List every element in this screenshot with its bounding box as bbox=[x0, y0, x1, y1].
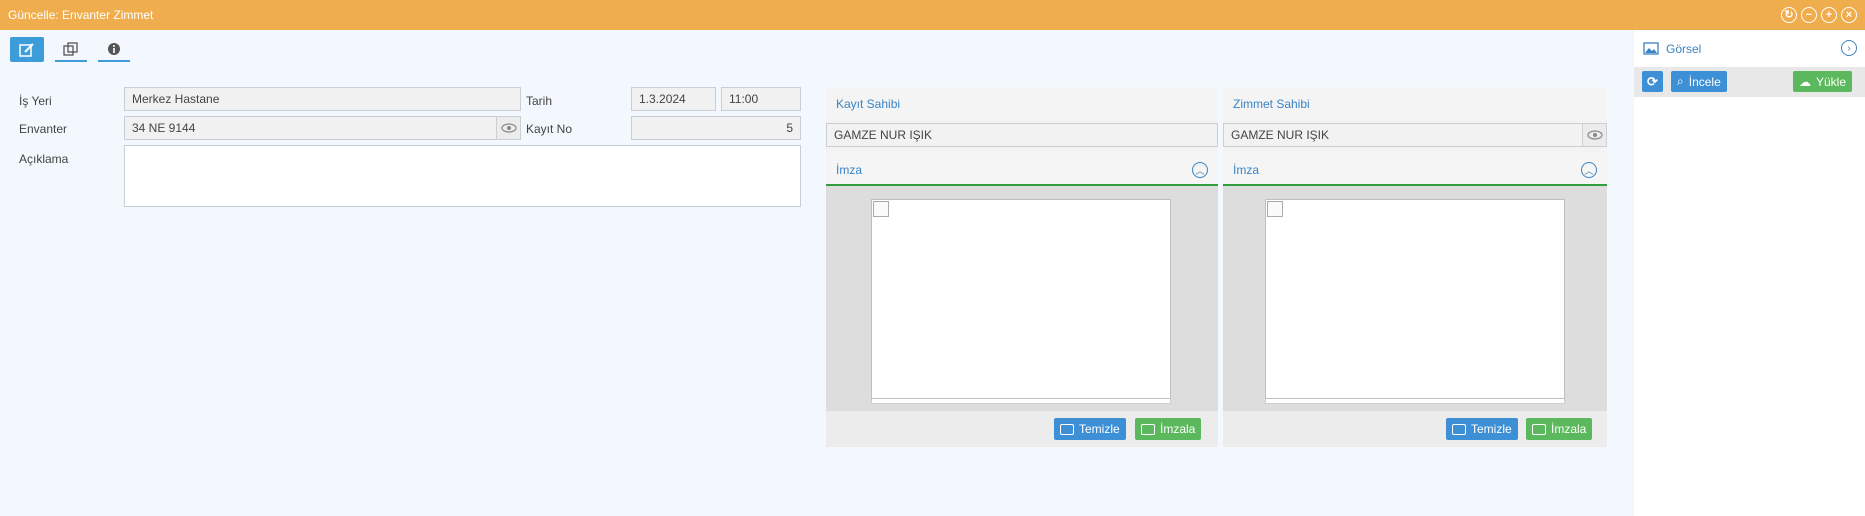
refresh-icon[interactable]: ↻ bbox=[1781, 7, 1797, 23]
gorsel-upload-button[interactable]: ☁ Yükle bbox=[1793, 71, 1853, 92]
broken-image-icon bbox=[1267, 201, 1283, 217]
kayit-sahibi-sign-label: İmzala bbox=[1160, 422, 1196, 436]
gorsel-refresh-button[interactable]: ⟳ bbox=[1642, 71, 1663, 92]
window-title: Güncelle: Envanter Zimmet bbox=[8, 8, 154, 22]
zimmet-sahibi-clear-button[interactable]: Temizle bbox=[1446, 418, 1518, 440]
eye-icon bbox=[1586, 130, 1603, 140]
eye-icon bbox=[500, 123, 517, 133]
kayit-no-field[interactable]: 5 bbox=[631, 116, 801, 140]
zimmet-sahibi-name-field[interactable]: GAMZE NUR IŞIK bbox=[1223, 123, 1607, 147]
envanter-view-button[interactable] bbox=[496, 117, 520, 139]
broken-image-icon bbox=[873, 201, 889, 217]
zimmet-sahibi-title: Zimmet Sahibi bbox=[1223, 87, 1607, 121]
zimmet-sahibi-panel: Zimmet Sahibi GAMZE NUR IŞIK İmza ︿ Temi… bbox=[1223, 87, 1607, 447]
chevron-right-icon[interactable]: › bbox=[1841, 40, 1857, 56]
copy-icon bbox=[63, 41, 78, 56]
eraser-icon bbox=[1452, 423, 1466, 435]
kayit-sahibi-signature-title: İmza bbox=[836, 163, 863, 177]
gorsel-upload-label: Yükle bbox=[1816, 74, 1847, 89]
tarih-date-field[interactable]: 1.3.2024 bbox=[631, 87, 716, 111]
envanter-value: 34 NE 9144 bbox=[132, 121, 196, 135]
zimmet-sahibi-clear-label: Temizle bbox=[1471, 422, 1512, 436]
search-icon: ⌕ bbox=[1677, 74, 1684, 88]
gorsel-title: Görsel bbox=[1666, 42, 1702, 56]
form-toolbar bbox=[0, 30, 1634, 68]
zimmet-sahibi-signature-box: İmza ︿ Temizle İmzala bbox=[1223, 153, 1607, 447]
maximize-icon[interactable]: + bbox=[1821, 7, 1837, 23]
close-icon[interactable]: × bbox=[1841, 7, 1857, 23]
copy-button[interactable] bbox=[55, 37, 87, 62]
gorsel-toolbar: ⟳ ⌕ İncele ☁ Yükle bbox=[1634, 67, 1865, 97]
zimmet-sahibi-name: GAMZE NUR IŞIK bbox=[1231, 128, 1330, 142]
gorsel-header: Görsel › bbox=[1634, 30, 1865, 66]
refresh-icon: ⟳ bbox=[1647, 73, 1658, 89]
image-icon bbox=[1643, 42, 1659, 55]
zimmet-sahibi-signature-title: İmza bbox=[1233, 163, 1260, 177]
zimmet-sahibi-sign-label: İmzala bbox=[1551, 422, 1587, 436]
minimize-icon[interactable]: − bbox=[1801, 7, 1817, 23]
envanter-field[interactable]: 34 NE 9144 bbox=[124, 116, 521, 140]
tarih-time-field[interactable]: 11:00 bbox=[721, 87, 801, 111]
cloud-upload-icon: ☁ bbox=[1799, 74, 1811, 89]
gorsel-inspect-label: İncele bbox=[1688, 74, 1721, 89]
tarih-label: Tarih bbox=[526, 94, 553, 108]
gorsel-panel: Görsel › ⟳ ⌕ İncele ☁ Yükle bbox=[1634, 30, 1865, 516]
kayit-sahibi-canvas-base bbox=[871, 399, 1171, 404]
kayit-sahibi-signature-canvas[interactable] bbox=[871, 199, 1171, 399]
chevron-up-icon[interactable]: ︿ bbox=[1192, 162, 1208, 178]
window-controls: ↻ − + × bbox=[1781, 7, 1857, 23]
is-yeri-field[interactable]: Merkez Hastane bbox=[124, 87, 521, 111]
zimmet-sahibi-signature-footer: Temizle İmzala bbox=[1223, 411, 1607, 447]
zimmet-sahibi-signature-header: İmza ︿ bbox=[1223, 153, 1607, 186]
kayit-no-label: Kayıt No bbox=[526, 122, 573, 136]
zimmet-sahibi-signature-canvas[interactable] bbox=[1265, 199, 1565, 399]
chevron-up-icon[interactable]: ︿ bbox=[1581, 162, 1597, 178]
kayit-sahibi-signature-footer: Temizle İmzala bbox=[826, 411, 1218, 447]
kayit-sahibi-signature-header: İmza ︿ bbox=[826, 153, 1218, 186]
kayit-sahibi-clear-label: Temizle bbox=[1079, 422, 1120, 436]
edit-button[interactable] bbox=[10, 37, 44, 62]
zimmet-sahibi-canvas-base bbox=[1265, 399, 1565, 404]
kayit-sahibi-signature-box: İmza ︿ Temizle İmzala bbox=[826, 153, 1218, 447]
kayit-sahibi-panel: Kayıt Sahibi GAMZE NUR IŞIK İmza ︿ Temiz… bbox=[826, 87, 1218, 447]
envanter-label: Envanter bbox=[19, 122, 68, 136]
kayit-sahibi-sign-button[interactable]: İmzala bbox=[1135, 418, 1202, 440]
window-titlebar: Güncelle: Envanter Zimmet ↻ − + × bbox=[0, 0, 1865, 30]
aciklama-textarea[interactable] bbox=[124, 145, 801, 207]
info-icon bbox=[108, 42, 120, 55]
zimmet-sahibi-sign-button[interactable]: İmzala bbox=[1526, 418, 1593, 440]
zimmet-sahibi-view-button[interactable] bbox=[1582, 124, 1606, 146]
info-button[interactable] bbox=[98, 37, 130, 62]
edit-icon bbox=[19, 42, 34, 57]
gorsel-inspect-button[interactable]: ⌕ İncele bbox=[1671, 71, 1727, 92]
is-yeri-label: İş Yeri bbox=[19, 94, 52, 108]
kayit-sahibi-name-field[interactable]: GAMZE NUR IŞIK bbox=[826, 123, 1218, 147]
eraser-icon bbox=[1060, 423, 1074, 435]
kayit-sahibi-clear-button[interactable]: Temizle bbox=[1054, 418, 1126, 440]
edit-icon bbox=[1141, 423, 1155, 435]
edit-icon bbox=[1532, 423, 1546, 435]
aciklama-label: Açıklama bbox=[19, 152, 69, 166]
kayit-sahibi-title: Kayıt Sahibi bbox=[826, 87, 1218, 121]
